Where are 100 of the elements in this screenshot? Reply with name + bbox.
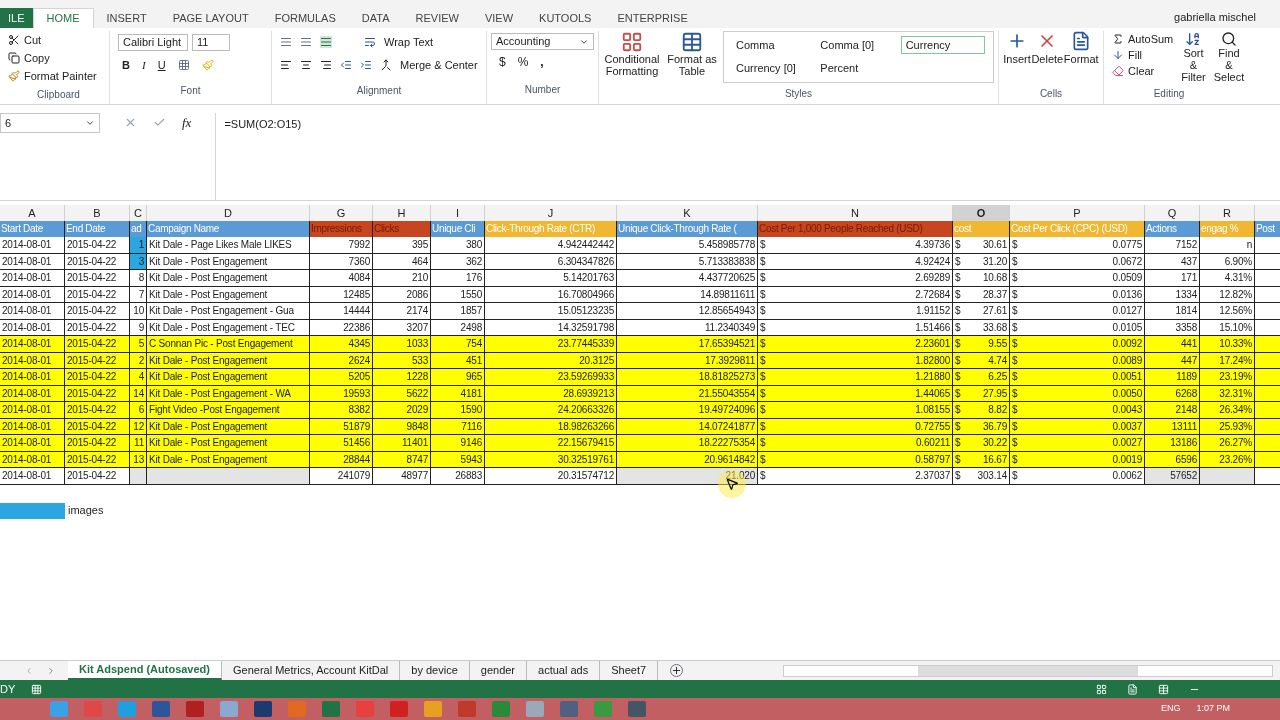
column-header[interactable]: B [65,205,130,221]
table-cell: 14444 [310,303,373,320]
taskbar-clock[interactable]: 1:07 PM [1196,702,1230,716]
cell-style[interactable]: Comma [0] [816,36,901,54]
taskbar-app-icon[interactable] [50,701,68,717]
cell-style[interactable]: Currency [0] [732,59,817,77]
cell-style[interactable]: Currency [900,36,985,54]
scroll-left-icon [24,665,34,676]
column-header[interactable]: Q [1145,205,1200,221]
taskbar-app-icon[interactable] [526,701,544,717]
table-cell: 18.22275354 [617,435,758,452]
taskbar-app-icon[interactable] [288,701,306,717]
wrap-text-button[interactable]: Wrap Text [384,33,434,51]
cancel-icon [124,116,137,129]
taskbar-app-icon[interactable] [560,701,578,717]
conditional-formatting-button[interactable]: Conditional Formatting [603,31,661,83]
cell-style[interactable]: Percent [816,59,901,77]
table-cell: 11401 [373,435,431,452]
table-cell: $ 0.0509 [1010,270,1145,287]
table-cell: 395 [373,237,431,254]
ribbon-tab[interactable]: INSERT [93,8,160,28]
taskbar-app-icon[interactable] [492,701,510,717]
taskbar-app-icon[interactable] [390,701,408,717]
language-indicator[interactable]: ENG [1160,702,1181,716]
column-header[interactable]: I [431,205,485,221]
taskbar-app-icon[interactable] [220,701,238,717]
currency-button[interactable]: $ [499,53,506,71]
taskbar-app-icon[interactable] [118,701,136,717]
ribbon-tab[interactable]: KUTOOLS [526,8,605,28]
ribbon-tab[interactable]: VIEW [471,8,527,28]
format-painter-button[interactable]: Format Painter [24,67,97,85]
sigma-icon [1112,33,1124,45]
table-cell: 12.56% [1200,303,1255,320]
table-cell: Kit Dale - Post Engagement [147,270,310,287]
clear-button[interactable]: Clear [1112,63,1174,79]
table-cell: 24.20663326 [485,402,617,419]
ribbon-tab[interactable]: REVIEW [402,8,472,28]
table-cell: 2015-04-22 [65,402,130,419]
cell-style[interactable]: Comma [732,36,817,54]
table-cell: 2014-08-01 [0,435,65,452]
align-right-icon [320,59,332,71]
file-tab[interactable]: ILE [0,8,33,28]
table-cell: 2014-08-01 [0,303,65,320]
find-select-button[interactable]: Find & Select [1213,31,1245,83]
cells-button[interactable]: Delete [1031,31,1064,83]
user-name[interactable]: gabriella mischel [1174,8,1256,25]
column-header[interactable]: C [130,205,147,221]
percent-button[interactable]: % [517,53,529,71]
cells-button[interactable]: Insert [1003,31,1031,83]
taskbar-app-icon[interactable] [186,701,204,717]
table-cell: 965 [431,369,485,386]
taskbar-app-icon[interactable] [458,701,476,717]
eraser-icon [1112,65,1124,77]
table-cell: 19.49724096 [617,402,758,419]
ribbon-tab[interactable]: ENTERPRISE [604,8,701,28]
ribbon-tab[interactable]: HOME [32,8,94,28]
column-header[interactable]: D [147,205,310,221]
column-header[interactable]: K [617,205,758,221]
taskbar-app-icon[interactable] [356,701,374,717]
scissors-icon [8,34,20,46]
function-button[interactable]: fx [182,116,192,130]
column-header[interactable]: G [310,205,373,221]
taskbar-app-icon[interactable] [322,701,340,717]
column-header[interactable]: R [1200,205,1255,221]
cut-button[interactable]: Cut [24,31,42,49]
taskbar-app-icon[interactable] [152,701,170,717]
table-cell: C Sonnan Pic - Post Engagement [147,336,310,353]
column-header[interactable]: N [758,205,953,221]
taskbar-app-icon[interactable] [424,701,442,717]
underline-button[interactable]: U [157,56,166,74]
font-name-field[interactable]: Calibri Light [118,33,188,51]
font-size-field[interactable]: 11 [192,33,230,51]
cells-button[interactable]: Format [1063,31,1099,83]
column-header[interactable]: P [1010,205,1145,221]
sheet-tab[interactable]: Kit Adspend (Autosaved) [68,661,222,680]
merge-center-button[interactable]: Merge & Center [400,56,478,74]
column-header[interactable]: A [0,205,65,221]
page-layout-icon [1127,683,1138,695]
copy-button[interactable]: Copy [24,49,50,67]
ribbon-tab[interactable]: DATA [348,8,403,28]
ribbon-tab[interactable]: FORMULAS [261,8,349,28]
column-header[interactable]: J [485,205,617,221]
bold-button[interactable]: B [122,56,130,74]
horizontal-scrollbar[interactable] [783,664,1274,677]
italic-button[interactable]: I [141,56,146,74]
sort-filter-button[interactable]: Sort & Filter [1181,31,1206,83]
taskbar-app-icon[interactable] [594,701,612,717]
name-box[interactable]: 6 [0,113,100,133]
taskbar-app-icon[interactable] [84,701,102,717]
column-header[interactable]: H [373,205,431,221]
autosum-button[interactable]: AutoSum [1112,31,1174,47]
taskbar-app-icon[interactable] [254,701,272,717]
number-format-field[interactable]: Accounting [491,33,594,50]
comma-button[interactable]: , [540,53,544,71]
group-label: Cells [1039,87,1063,101]
format-as-table-button[interactable]: Format as Table [665,31,719,83]
column-header[interactable]: O [953,205,1010,221]
fill-button[interactable]: Fill [1112,47,1174,63]
ribbon-tab[interactable]: PAGE LAYOUT [159,8,262,28]
taskbar-app-icon[interactable] [628,701,646,717]
